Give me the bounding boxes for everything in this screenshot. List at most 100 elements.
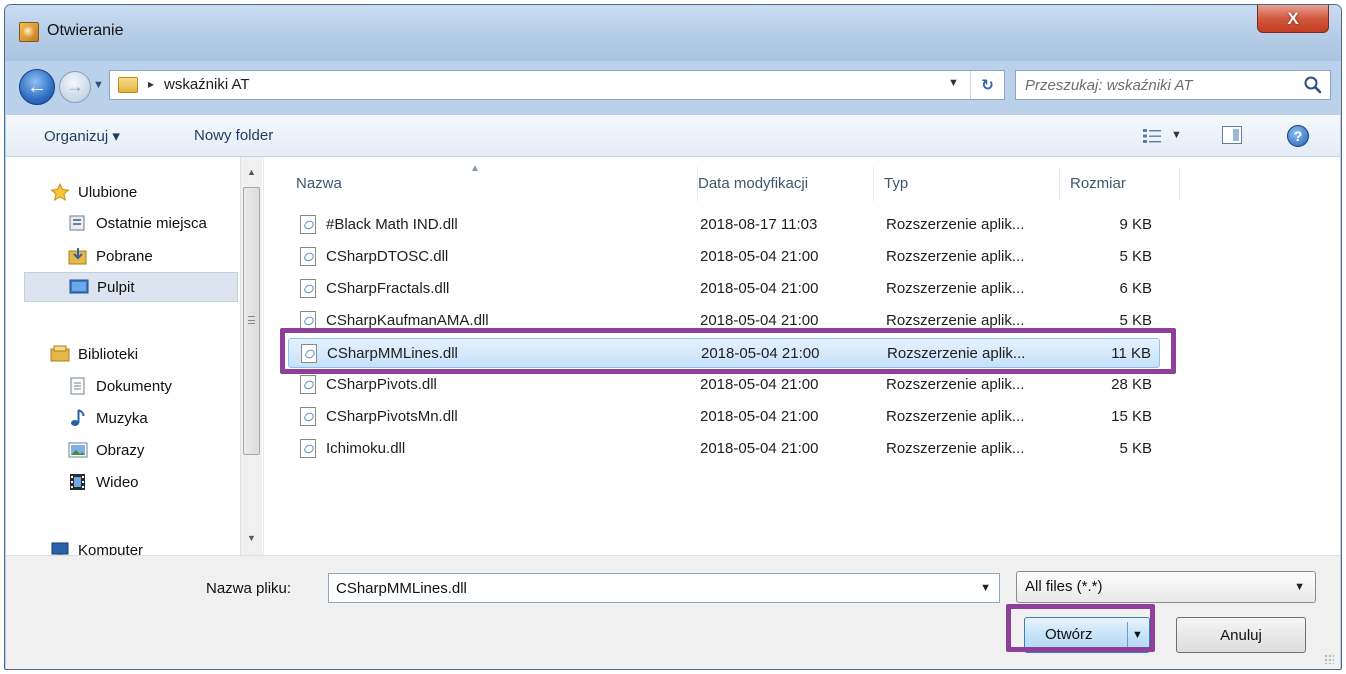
cancel-button[interactable]: Anuluj <box>1176 617 1306 653</box>
refresh-icon[interactable]: ↻ <box>970 71 1004 99</box>
star-icon <box>50 183 70 201</box>
sidebar-item-video[interactable]: Wideo <box>6 467 238 497</box>
history-dropdown-icon[interactable]: ▼ <box>93 79 104 91</box>
file-name: Ichimoku.dll <box>326 440 406 457</box>
column-header-date[interactable]: Data modyfikacji <box>688 167 874 201</box>
table-row[interactable]: Ichimoku.dll 2018-05-04 21:00 Rozszerzen… <box>288 434 1160 464</box>
table-row[interactable]: #Black Math IND.dll 2018-08-17 11:03 Roz… <box>288 210 1160 240</box>
libraries-icon <box>50 345 70 362</box>
search-icon[interactable] <box>1302 74 1324 96</box>
back-button[interactable]: ← <box>19 69 55 105</box>
selected-file-highlight <box>280 328 1176 374</box>
dll-file-icon <box>300 407 316 426</box>
breadcrumb-current-folder[interactable]: wskaźniki AT <box>164 76 250 93</box>
app-icon <box>19 22 39 42</box>
file-name: CSharpKaufmanAMA.dll <box>326 312 489 329</box>
table-row[interactable]: CSharpPivotsMn.dll 2018-05-04 21:00 Rozs… <box>288 402 1160 432</box>
file-type: Rozszerzenie aplik... <box>886 248 1025 265</box>
table-row[interactable]: CSharpDTOSC.dll 2018-05-04 21:00 Rozszer… <box>288 242 1160 272</box>
file-type: Rozszerzenie aplik... <box>886 280 1025 297</box>
address-dropdown-icon[interactable]: ▼ <box>948 77 959 89</box>
column-label: Rozmiar <box>1070 175 1126 192</box>
sidebar-item-favorites[interactable]: Ulubione <box>6 177 238 207</box>
file-date: 2018-05-04 21:00 <box>700 408 819 425</box>
preview-pane-icon[interactable] <box>1222 126 1242 144</box>
sidebar-item-pictures[interactable]: Obrazy <box>6 435 238 465</box>
file-type-filter-value: All files (*.*) <box>1025 578 1103 595</box>
file-date: 2018-05-04 21:00 <box>700 280 819 297</box>
organize-button[interactable]: Organizuj ▾ <box>44 127 120 145</box>
pictures-icon <box>68 442 88 458</box>
open-button-highlight <box>1006 604 1155 652</box>
scroll-up-icon[interactable]: ▲ <box>247 167 256 177</box>
file-name: CSharpPivots.dll <box>326 376 437 393</box>
sidebar-item-downloads[interactable]: Pobrane <box>6 241 238 271</box>
music-icon <box>71 409 85 426</box>
column-header-size[interactable]: Rozmiar <box>1060 167 1180 201</box>
path-separator-icon[interactable]: ▸ <box>148 77 154 91</box>
table-row[interactable]: CSharpPivots.dll 2018-05-04 21:00 Rozsze… <box>288 370 1160 400</box>
column-label: Nazwa <box>296 175 342 192</box>
sidebar-item-music[interactable]: Muzyka <box>6 403 238 433</box>
resize-grip-icon[interactable] <box>1324 654 1334 664</box>
sidebar-item-label: Ulubione <box>78 183 138 201</box>
view-options-icon[interactable] <box>1141 127 1163 145</box>
file-size: 5 KB <box>1119 248 1152 265</box>
close-button[interactable]: X <box>1257 5 1329 33</box>
file-name-input[interactable] <box>330 575 970 601</box>
address-bar[interactable]: ▸ wskaźniki AT ▼ ↻ <box>109 70 1005 100</box>
sidebar-item-label: Komputer <box>78 541 144 556</box>
recent-places-icon <box>69 215 85 231</box>
sidebar-item-label: Pobrane <box>96 247 153 265</box>
column-label: Typ <box>884 175 909 192</box>
column-header-name[interactable]: Nazwa ▲ <box>286 163 698 201</box>
file-type-filter-select[interactable]: All files (*.*) ▼ <box>1016 571 1316 603</box>
file-name: CSharpDTOSC.dll <box>326 248 449 265</box>
table-row[interactable]: CSharpFractals.dll 2018-05-04 21:00 Rozs… <box>288 274 1160 304</box>
search-box[interactable] <box>1015 70 1331 100</box>
grip-icon <box>248 316 255 324</box>
sidebar-item-label: Pulpit <box>97 278 135 296</box>
command-toolbar: Organizuj ▾ Nowy folder ▼ ? <box>6 115 1340 157</box>
dll-file-icon <box>300 215 316 234</box>
sidebar-item-computer[interactable]: Komputer <box>6 535 238 555</box>
file-date: 2018-08-17 11:03 <box>700 216 818 233</box>
file-size: 28 KB <box>1111 376 1152 393</box>
file-type: Rozszerzenie aplik... <box>886 312 1025 329</box>
file-name: CSharpPivotsMn.dll <box>326 408 458 425</box>
sidebar-item-documents[interactable]: Dokumenty <box>6 371 238 401</box>
dll-file-icon <box>300 279 316 298</box>
folder-icon <box>118 77 138 93</box>
sidebar-item-recent-places[interactable]: Ostatnie miejsca <box>6 208 238 238</box>
file-size: 5 KB <box>1119 440 1152 457</box>
column-header-type[interactable]: Typ <box>874 167 1060 201</box>
dll-file-icon <box>300 247 316 266</box>
search-input[interactable] <box>1017 72 1293 98</box>
file-type: Rozszerzenie aplik... <box>886 376 1025 393</box>
chevron-down-icon[interactable]: ▼ <box>980 582 991 594</box>
file-size: 6 KB <box>1119 280 1152 297</box>
file-size: 5 KB <box>1119 312 1152 329</box>
new-folder-button[interactable]: Nowy folder <box>194 127 273 144</box>
help-icon[interactable]: ? <box>1287 125 1309 147</box>
column-label: Data modyfikacji <box>698 175 809 192</box>
arrow-left-icon: ← <box>27 75 47 98</box>
scrollbar-thumb[interactable] <box>243 187 260 455</box>
file-size: 9 KB <box>1119 216 1152 233</box>
sidebar-scrollbar[interactable]: ▲ ▼ <box>240 157 262 555</box>
sidebar-item-libraries[interactable]: Biblioteki <box>6 339 238 369</box>
sidebar-item-label: Muzyka <box>96 409 148 427</box>
documents-icon <box>70 377 85 395</box>
forward-button[interactable]: → <box>59 71 91 103</box>
file-date: 2018-05-04 21:00 <box>700 440 819 457</box>
file-type: Rozszerzenie aplik... <box>886 216 1025 233</box>
file-name-combobox[interactable]: ▼ <box>328 573 1000 603</box>
title-bar: Otwieranie X <box>5 5 1341 61</box>
dll-file-icon <box>300 375 316 394</box>
file-name: #Black Math IND.dll <box>326 216 458 233</box>
sidebar-item-label: Dokumenty <box>96 377 172 395</box>
sidebar-item-desktop[interactable]: Pulpit <box>24 272 238 302</box>
navigation-pane: Ulubione Ostatnie miejsca Pobrane Pulpit… <box>6 157 264 555</box>
scroll-down-icon[interactable]: ▼ <box>247 533 256 543</box>
view-dropdown-icon[interactable]: ▼ <box>1171 129 1182 141</box>
